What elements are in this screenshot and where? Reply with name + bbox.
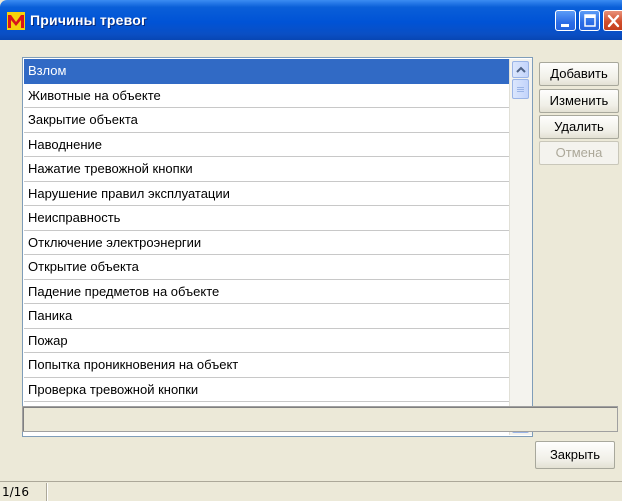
scroll-thumb[interactable] <box>512 79 529 99</box>
grip-line <box>517 87 524 88</box>
list-item[interactable]: Попытка проникновения на объект <box>24 353 509 378</box>
maximize-icon <box>584 14 596 27</box>
status-divider <box>46 483 48 501</box>
close-button[interactable]: Закрыть <box>535 441 615 469</box>
delete-button[interactable]: Удалить <box>539 115 619 139</box>
close-window-button[interactable] <box>603 10 622 31</box>
list-item[interactable]: Проверка тревожной кнопки <box>24 378 509 402</box>
list-item[interactable]: Наводнение <box>24 133 509 157</box>
list-item[interactable]: Падение предметов на объекте <box>24 280 509 304</box>
chevron-up-icon <box>516 66 526 73</box>
list-item[interactable]: Отключение электроэнергии <box>24 231 509 255</box>
minimize-button[interactable] <box>555 10 576 31</box>
close-icon <box>607 14 620 28</box>
add-button[interactable]: Добавить <box>539 62 619 86</box>
list-item[interactable]: Животные на объекте <box>24 84 509 108</box>
list-item[interactable]: Пожар <box>24 329 509 353</box>
vertical-scrollbar[interactable] <box>509 59 532 435</box>
dialog-body: Взлом Животные на объекте Закрытие объек… <box>8 40 622 481</box>
cancel-button: Отмена <box>539 141 619 165</box>
app-logo-icon <box>7 12 25 30</box>
minimize-icon <box>561 24 569 27</box>
scroll-up-button[interactable] <box>512 61 529 78</box>
list-item[interactable]: Закрытие объекта <box>24 108 509 133</box>
edit-field[interactable] <box>22 406 618 432</box>
list-item[interactable]: Неисправность <box>24 206 509 231</box>
list-item[interactable]: Нарушение правил эксплуатации <box>24 182 509 206</box>
list-item[interactable]: Нажатие тревожной кнопки <box>24 157 509 182</box>
window-title: Причины тревог <box>30 12 148 28</box>
alarm-reasons-list[interactable]: Взлом Животные на объекте Закрытие объек… <box>22 57 533 437</box>
title-bar[interactable]: Причины тревог <box>0 0 622 40</box>
grip-line <box>517 89 524 90</box>
list-item[interactable]: Паника <box>24 304 509 329</box>
maximize-button[interactable] <box>579 10 600 31</box>
edit-button[interactable]: Изменить <box>539 89 619 113</box>
record-position: 1/16 <box>2 485 29 499</box>
list-items: Взлом Животные на объекте Закрытие объек… <box>24 59 509 402</box>
status-bar: 1/16 <box>0 481 622 501</box>
grip-line <box>517 91 524 92</box>
list-item[interactable]: Открытие объекта <box>24 255 509 280</box>
list-item[interactable]: Взлом <box>24 59 509 84</box>
